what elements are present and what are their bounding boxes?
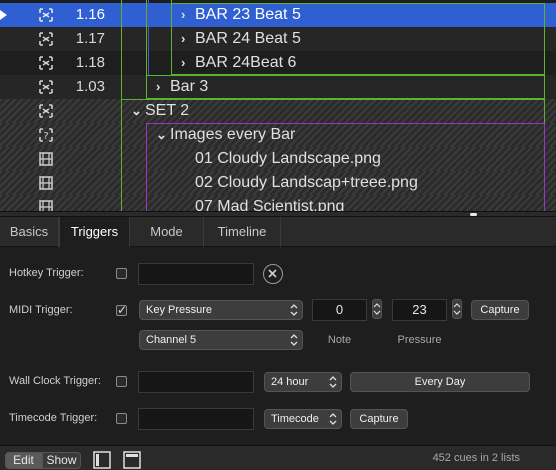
cue-row[interactable]: ⌄ SET 2 <box>0 99 556 123</box>
timecode-trigger-checkbox[interactable] <box>116 413 127 424</box>
cue-row[interactable]: 1.17 › BAR 24 Beat 5 <box>0 27 556 51</box>
every-day-button[interactable]: Every Day <box>350 372 530 392</box>
updown-arrows-icon <box>290 334 298 346</box>
film-icon <box>37 175 55 191</box>
tab-timeline[interactable]: Timeline <box>204 217 281 247</box>
film-icon <box>37 151 55 167</box>
tab-triggers[interactable]: Triggers <box>59 217 130 248</box>
cue-number <box>58 99 105 123</box>
wall-clock-trigger-label: Wall Clock Trigger: <box>9 375 101 387</box>
toggle-inspector-icon[interactable] <box>123 451 141 469</box>
group-cue-icon <box>37 31 55 47</box>
midi-message-type-value: Key Pressure <box>146 304 213 316</box>
timecode-format-value: Timecode <box>271 413 319 425</box>
cue-row[interactable]: 07 Mad Scientist.png <box>0 195 556 211</box>
cue-name: 01 Cloudy Landscape.png <box>195 150 381 167</box>
cue-name: 02 Cloudy Landscap+treee.png <box>195 174 418 191</box>
cue-row[interactable]: 02 Cloudy Landscap+treee.png <box>0 171 556 195</box>
hotkey-trigger-checkbox[interactable] <box>116 268 127 279</box>
group-bracket-line <box>171 0 172 75</box>
cue-name: Images every Bar <box>170 126 296 143</box>
cue-number: 1.03 <box>75 78 105 95</box>
midi-capture-button[interactable]: Capture <box>471 300 529 320</box>
broken-group-icon: ? <box>37 127 55 143</box>
group-cue-icon <box>37 103 55 119</box>
edit-mode-button[interactable]: Edit <box>5 452 42 469</box>
cue-name: BAR 24Beat 6 <box>195 54 297 71</box>
cue-number <box>58 195 105 211</box>
midi-channel-value: Channel 5 <box>146 334 197 346</box>
wall-clock-format-value: 24 hour <box>271 376 309 388</box>
clear-hotkey-button[interactable] <box>263 264 283 284</box>
show-mode-button[interactable]: Show <box>42 452 81 469</box>
midi-channel-select[interactable]: Channel 5 <box>139 330 303 350</box>
updown-arrows-icon <box>329 376 337 388</box>
triggers-panel: Hotkey Trigger: MIDI Trigger: Key Pressu… <box>0 247 556 445</box>
cue-name: Bar 3 <box>170 78 209 95</box>
updown-arrows-icon <box>329 413 337 425</box>
group-cue-icon <box>37 79 55 95</box>
timecode-field[interactable] <box>138 408 254 430</box>
toggle-sidebar-icon[interactable] <box>93 451 111 469</box>
group-cue-icon <box>37 7 55 23</box>
cue-number <box>58 171 105 195</box>
playhead-line <box>148 0 149 75</box>
chevron-right-icon[interactable]: › <box>181 51 185 75</box>
cue-number <box>58 147 105 171</box>
wall-clock-trigger-checkbox[interactable] <box>116 376 127 387</box>
cue-row[interactable]: 1.03 › Bar 3 <box>0 75 556 99</box>
cue-name: SET 2 <box>145 102 190 119</box>
svg-text:?: ? <box>43 131 48 142</box>
cue-name: BAR 23 Beat 5 <box>195 6 301 23</box>
cue-row[interactable]: 01 Cloudy Landscape.png <box>0 147 556 171</box>
timecode-trigger-label: Timecode Trigger: <box>9 412 98 424</box>
updown-arrows-icon <box>290 304 298 316</box>
cue-number <box>58 123 105 147</box>
group-bracket-line <box>121 0 122 211</box>
wall-clock-time-field[interactable] <box>138 371 254 393</box>
footer-bar: Edit Show 452 cues in 2 lists <box>0 445 556 470</box>
splitter-handle[interactable] <box>470 213 477 216</box>
chevron-down-icon[interactable]: ⌄ <box>156 123 167 147</box>
film-icon <box>37 199 55 211</box>
note-stepper[interactable] <box>372 299 382 319</box>
wall-clock-format-select[interactable]: 24 hour <box>264 372 342 392</box>
midi-trigger-label: MIDI Trigger: <box>9 304 73 316</box>
cue-name: BAR 24 Beat 5 <box>195 30 301 47</box>
cue-list[interactable]: 1.16 › BAR 23 Beat 5 1.17 › BAR 24 Beat … <box>0 0 556 211</box>
timecode-capture-button[interactable]: Capture <box>350 409 408 429</box>
hotkey-trigger-label: Hotkey Trigger: <box>9 267 84 279</box>
note-label: Note <box>327 334 352 346</box>
chevron-right-icon[interactable]: › <box>156 75 160 99</box>
cue-row[interactable]: ? ⌄ Images every Bar <box>0 123 556 147</box>
chevron-down-icon[interactable]: ⌄ <box>131 99 142 123</box>
playhead-marker-icon <box>0 10 7 20</box>
cue-number: 1.18 <box>75 54 105 71</box>
pressure-label: Pressure <box>397 334 442 346</box>
cue-number: 1.17 <box>75 30 105 47</box>
note-value-field[interactable]: 0 <box>312 299 367 321</box>
tab-mode[interactable]: Mode <box>130 217 204 247</box>
stepper-arrows-icon <box>373 303 381 315</box>
chevron-right-icon[interactable]: › <box>181 27 185 51</box>
pressure-value-field[interactable]: 23 <box>392 299 447 321</box>
group-cue-icon <box>37 55 55 71</box>
cue-count-status: 452 cues in 2 lists <box>432 452 520 464</box>
pressure-stepper[interactable] <box>452 299 462 319</box>
cue-number: 1.16 <box>75 6 105 23</box>
group-bracket-line <box>146 0 147 99</box>
tab-basics[interactable]: Basics <box>0 217 59 247</box>
stepper-arrows-icon <box>453 303 461 315</box>
midi-trigger-checkbox[interactable] <box>116 303 127 317</box>
cue-row[interactable]: 1.16 › BAR 23 Beat 5 <box>0 3 556 27</box>
midi-message-type-select[interactable]: Key Pressure <box>139 300 303 320</box>
chevron-right-icon[interactable]: › <box>181 3 185 27</box>
cue-name: 07 Mad Scientist.png <box>195 198 345 211</box>
close-icon <box>268 269 277 278</box>
hotkey-field[interactable] <box>138 263 254 285</box>
timecode-format-select[interactable]: Timecode <box>264 409 342 429</box>
cue-row[interactable]: 1.18 › BAR 24Beat 6 <box>0 51 556 75</box>
inspector-tab-bar: Basics Triggers Mode Timeline <box>0 217 556 248</box>
